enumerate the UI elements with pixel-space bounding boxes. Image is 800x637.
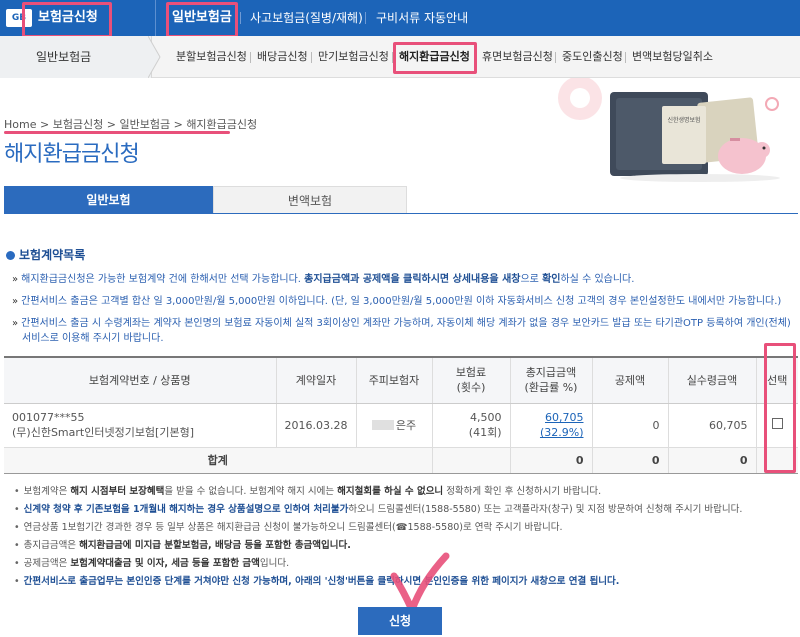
bullet-icon (6, 251, 15, 260)
section-title: 보험계약목록 (6, 246, 85, 263)
subnav-divider (250, 52, 251, 63)
sum-row: 합계 0 0 0 (4, 447, 798, 474)
bullet-icon: » (12, 274, 19, 285)
col-net: 실수령금액 (667, 356, 756, 404)
breadcrumb: Home > 보험금신청 > 일반보험금 > 해지환급금신청 (4, 118, 258, 131)
top-divider (155, 0, 156, 36)
subnav-item-maturity[interactable]: 만기보험금신청 (318, 36, 389, 78)
highlight-box (393, 42, 477, 74)
col-total: 총지급금액 (환급률 %) (509, 356, 592, 404)
contract-date: 2016.03.28 (275, 403, 356, 448)
chevron-right-icon (148, 36, 161, 78)
col-date: 계약일자 (275, 356, 356, 404)
subnav-divider (311, 52, 312, 63)
premium-count: (41회) (468, 426, 502, 439)
notice-1: » 해지환급금신청은 가능한 보험계약 건에 한해서만 선택 가능합니다. 총지급… (12, 274, 635, 285)
top-nav-bar: GB 보험금신청 일반보험금 사고보험금(질병/재해) 구비서류 자동안내 (0, 0, 800, 36)
product-name: (무)신한Smart인터넷정기보험[기본형] (12, 426, 194, 439)
refund-rate-link[interactable]: (32.9%) (540, 426, 584, 439)
total-cell: 60,705 (32.9%) (509, 403, 592, 448)
sum-deduction: 0 (591, 447, 668, 474)
note-item: 신계약 청약 후 기존보험을 1개월내 해지하는 경우 상품설명으로 인하여 처… (14, 501, 794, 519)
col-contract: 보험계약번호 / 상품명 (4, 356, 276, 404)
premium-amount: 4,500 (470, 411, 502, 424)
subnav-divider (625, 52, 626, 63)
contract-table: 보험계약번호 / 상품명 계약일자 주피보험자 보험료 (횟수) 총지급금액 (… (4, 356, 798, 474)
note-item: 보험계약은 해지 시점부터 보장혜택을 받을 수 없습니다. 보험계약 해지 시… (14, 483, 794, 501)
col-deduction: 공제액 (591, 356, 668, 404)
tab-document-guide[interactable]: 구비서류 자동안내 (376, 0, 468, 36)
subnav-current: 일반보험금 (0, 36, 152, 78)
wallet-piggybank-illustration: 신한생명보험 (558, 78, 780, 182)
table-header-row: 보험계약번호 / 상품명 계약일자 주피보험자 보험료 (횟수) 총지급금액 (… (4, 356, 798, 404)
highlight-box (764, 343, 796, 473)
notice-3: » 간편서비스 출금 시 수령계좌는 계약자 본인명의 보험료 자동이체 실적 3… (12, 318, 791, 329)
sum-net: 0 (667, 447, 756, 474)
premium-cell: 4,500 (41회) (431, 403, 510, 448)
insured-name: 은주 (395, 419, 417, 432)
insured-cell: 은주 (355, 403, 432, 448)
highlight-box (22, 2, 112, 38)
subnav-item-withdrawal[interactable]: 중도인출신청 (562, 36, 623, 78)
notice-3-cont: 서비스로 이용해 주시기 바랍니다. (22, 333, 164, 344)
section-title-text: 보험계약목록 (19, 248, 86, 262)
contract-cell: 001077***55 (무)신한Smart인터넷정기보험[기본형] (4, 403, 276, 448)
note-item: 연금상품 1보험기간 경과한 경우 등 일부 상품은 해지환급금 신청이 불가능… (14, 519, 794, 537)
sum-label: 합계 (4, 447, 432, 474)
net-amount: 60,705 (667, 403, 756, 448)
subnav-item-dormant[interactable]: 휴면보험금신청 (482, 36, 553, 78)
col-premium: 보험료 (횟수) (431, 356, 510, 404)
tab-underline (4, 213, 798, 214)
apply-button[interactable]: 신청 (358, 607, 442, 635)
wallet-label: 신한생명보험 (667, 116, 700, 124)
subnav-item-variable-cancel[interactable]: 변액보험당일취소 (632, 36, 713, 78)
bullet-icon: » (12, 296, 19, 307)
sum-empty (431, 447, 510, 474)
breadcrumb-underline (4, 131, 230, 134)
subnav-item-split[interactable]: 분할보험금신청 (176, 36, 247, 78)
total-amount-link[interactable]: 60,705 (545, 411, 584, 424)
page-title: 해지환급금신청 (4, 142, 140, 167)
table-row: 001077***55 (무)신한Smart인터넷정기보험[기본형] 2016.… (4, 403, 798, 448)
tab-general-insurance[interactable]: 일반보험 (4, 186, 213, 214)
masked-name (371, 420, 394, 430)
tab-accident-claim[interactable]: 사고보험금(질병/재해) (250, 0, 363, 36)
subnav-item-dividend[interactable]: 배당금신청 (257, 36, 308, 78)
tab-divider (365, 12, 366, 24)
notice-2: » 간편서비스 출금은 고객별 합산 일 3,000만원/월 5,000만원 이하… (12, 296, 782, 307)
deduction-amount: 0 (591, 403, 668, 448)
tab-divider (240, 12, 241, 24)
highlight-box (166, 2, 238, 38)
sum-total: 0 (509, 447, 592, 474)
subnav-current-label: 일반보험금 (36, 50, 92, 64)
subnav-divider (555, 52, 556, 63)
contract-number: 001077***55 (12, 411, 85, 424)
bullet-icon: » (12, 318, 19, 329)
col-insured: 주피보험자 (355, 356, 432, 404)
tab-variable-insurance[interactable]: 변액보험 (213, 186, 407, 214)
